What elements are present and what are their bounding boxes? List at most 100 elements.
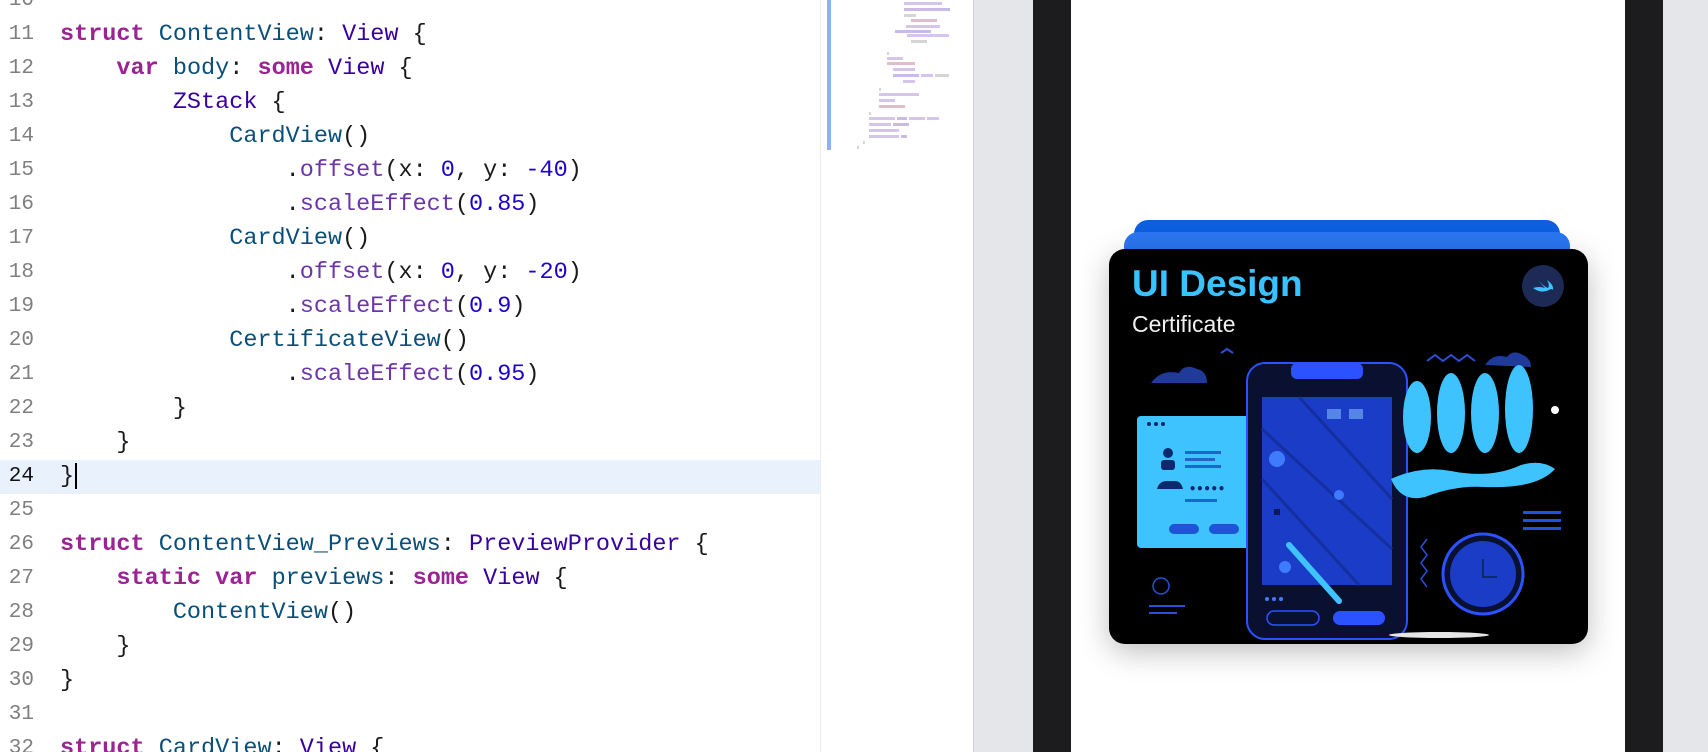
code-token: () <box>342 123 371 150</box>
code-token: 0 <box>440 259 455 286</box>
code-line[interactable]: 17 CardView() <box>0 222 820 256</box>
code-text[interactable]: .scaleEffect(0.95) <box>60 358 540 392</box>
code-line[interactable]: 22 } <box>0 392 820 426</box>
code-token: } <box>60 395 187 422</box>
code-token: 0 <box>440 157 455 184</box>
code-line[interactable]: 30} <box>0 664 820 698</box>
line-number: 14 <box>8 125 34 148</box>
code-text[interactable]: struct ContentView: View { <box>60 18 427 52</box>
line-number: 13 <box>8 91 34 114</box>
line-number: 22 <box>8 397 34 420</box>
preview-canvas[interactable]: ••••• UI Design Certificate <box>973 0 1708 752</box>
code-token: () <box>342 225 371 252</box>
code-text[interactable]: } <box>60 426 131 460</box>
code-line[interactable]: 16 .scaleEffect(0.85) <box>0 188 820 222</box>
code-text[interactable]: ContentView() <box>60 596 356 630</box>
code-text[interactable]: .offset(x: 0, y: -20) <box>60 256 582 290</box>
line-number: 21 <box>8 363 34 386</box>
minimap-code-preview <box>857 2 950 149</box>
code-token: } <box>60 667 75 694</box>
code-line[interactable]: 24} <box>0 460 820 494</box>
code-token: -40 <box>525 157 568 184</box>
code-token: View <box>342 21 399 48</box>
code-token: View <box>328 55 385 82</box>
code-token: scaleEffect <box>299 191 455 218</box>
code-line[interactable]: 14 CardView() <box>0 120 820 154</box>
code-text[interactable]: struct ContentView_Previews: PreviewProv… <box>60 528 709 562</box>
code-text[interactable]: struct CardView: View { <box>60 732 384 752</box>
code-token: : <box>440 531 469 558</box>
code-token: { <box>384 55 413 82</box>
code-text[interactable]: .scaleEffect(0.85) <box>60 188 540 222</box>
code-text[interactable]: } <box>60 664 74 698</box>
code-token: ( <box>454 191 469 218</box>
text-cursor <box>75 462 78 489</box>
line-number: 19 <box>8 295 34 318</box>
code-line[interactable]: 23 } <box>0 426 820 460</box>
code-token: } <box>60 429 131 456</box>
code-text[interactable]: } <box>60 392 187 426</box>
code-text[interactable]: static var previews: some View { <box>60 562 567 596</box>
code-line[interactable]: 13 ZStack { <box>0 86 820 120</box>
code-token: { <box>398 21 427 48</box>
code-token: ( <box>454 361 469 388</box>
code-line[interactable]: 18 .offset(x: 0, y: -20) <box>0 256 820 290</box>
code-line[interactable]: 21 .scaleEffect(0.95) <box>0 358 820 392</box>
svg-text:•••••: ••••• <box>1189 482 1225 496</box>
code-token: offset <box>299 259 385 286</box>
code-line[interactable]: 11 struct ContentView: View { <box>0 18 820 52</box>
code-line[interactable]: 26 struct ContentView_Previews: PreviewPr… <box>0 528 820 562</box>
code-token: () <box>440 327 469 354</box>
line-number: 26 <box>8 533 34 556</box>
code-line[interactable]: 19 .scaleEffect(0.9) <box>0 290 820 324</box>
line-number: 20 <box>8 329 34 352</box>
minimap[interactable] <box>820 0 973 752</box>
code-token: View <box>299 735 357 752</box>
code-text[interactable]: ZStack { <box>60 86 286 120</box>
code-token: 0.85 <box>469 191 526 218</box>
code-token: { <box>680 531 709 558</box>
code-text[interactable]: CardView() <box>60 222 370 256</box>
code-token: CertificateView <box>229 327 441 354</box>
code-text[interactable]: CertificateView() <box>60 324 469 358</box>
code-token: ) <box>567 259 582 286</box>
code-line[interactable]: 32 struct CardView: View { <box>0 732 820 752</box>
code-token: scaleEffect <box>299 361 455 388</box>
code-line[interactable]: 15 .offset(x: 0, y: -40) <box>0 154 820 188</box>
code-token: var <box>116 55 159 82</box>
code-token: ContentView_Previews <box>158 531 441 558</box>
code-editor[interactable]: 10 11 struct ContentView: View {12 var bod… <box>0 0 820 752</box>
code-token: { <box>257 89 286 116</box>
code-token: , y: <box>454 259 526 286</box>
line-number: 17 <box>8 227 34 250</box>
code-line[interactable]: 27 static var previews: some View { <box>0 562 820 596</box>
code-line[interactable]: 20 CertificateView() <box>0 324 820 358</box>
code-text[interactable]: } <box>60 460 78 494</box>
code-token: ZStack <box>172 89 258 116</box>
code-text[interactable]: } <box>60 630 130 664</box>
code-token: CardView <box>158 735 272 752</box>
code-line[interactable]: 28 ContentView() <box>0 596 820 630</box>
line-number: 11 <box>8 23 34 46</box>
code-token: body <box>172 55 230 82</box>
line-number: 29 <box>8 635 34 658</box>
code-text[interactable]: CardView() <box>60 120 370 154</box>
code-token: ContentView <box>158 21 314 48</box>
code-line[interactable]: 25 <box>0 494 820 528</box>
code-token: some <box>412 565 470 592</box>
code-line[interactable]: 29 } <box>0 630 820 664</box>
code-line[interactable]: 12 var body: some View { <box>0 52 820 86</box>
line-number: 32 <box>8 737 34 752</box>
code-text[interactable]: .offset(x: 0, y: -40) <box>60 154 582 188</box>
code-text[interactable]: .scaleEffect(0.9) <box>60 290 526 324</box>
code-text[interactable]: var body: some View { <box>60 52 413 86</box>
code-token: (x: <box>384 259 441 286</box>
code-token: scaleEffect <box>299 293 455 320</box>
code-token: . <box>60 191 300 218</box>
code-line[interactable]: 10 <box>0 0 820 18</box>
code-line[interactable]: 31 <box>0 698 820 732</box>
